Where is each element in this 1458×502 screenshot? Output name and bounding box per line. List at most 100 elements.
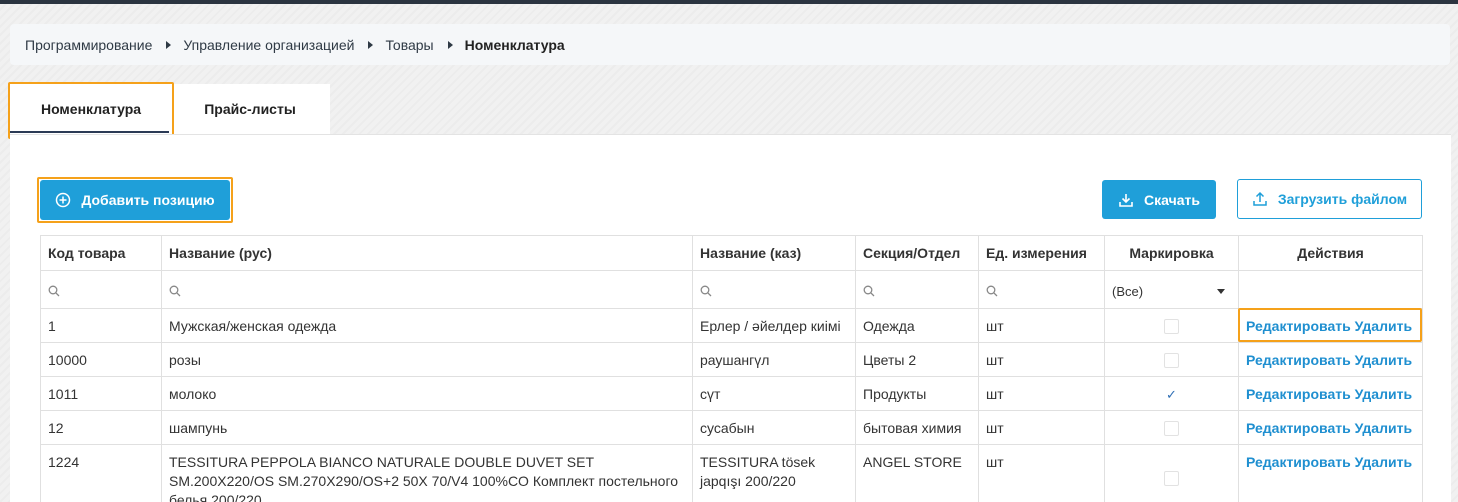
edit-link[interactable]: Редактировать: [1246, 352, 1351, 368]
column-header-code[interactable]: Код товара: [40, 235, 162, 271]
cell-actions: Редактировать Удалить: [1238, 308, 1423, 343]
cell-marking: [1104, 308, 1239, 343]
tab-nomenclature[interactable]: Номенклатура: [10, 84, 172, 134]
cell-name-ru: TESSITURA PEPPOLA BIANCO NATURALE DOUBLE…: [161, 444, 693, 502]
upload-file-button[interactable]: Загрузить файлом: [1237, 179, 1422, 219]
breadcrumb-item-org-management[interactable]: Управление организацией: [183, 37, 354, 53]
download-button[interactable]: Скачать: [1102, 180, 1216, 219]
tab-label: Прайс-листы: [204, 101, 296, 117]
cell-actions: Редактировать Удалить: [1238, 410, 1423, 445]
column-header-actions: Действия: [1238, 235, 1423, 271]
delete-link[interactable]: Удалить: [1355, 386, 1412, 402]
cell-marking: ✓: [1104, 376, 1239, 411]
column-header-marking[interactable]: Маркировка: [1104, 235, 1239, 271]
upload-icon: [1253, 191, 1267, 206]
plus-circle-icon: [56, 192, 71, 208]
cell-unit: шт: [978, 376, 1105, 411]
breadcrumb-item-programming[interactable]: Программирование: [25, 37, 152, 53]
cell-section: ANGEL STORE: [855, 444, 979, 502]
table-header-row: Код товара Название (рус) Название (каз)…: [40, 235, 1423, 271]
cell-section: Продукты: [855, 376, 979, 411]
breadcrumb-item-goods[interactable]: Товары: [385, 37, 433, 53]
caret-down-icon: [1217, 289, 1225, 294]
download-icon: [1119, 193, 1133, 207]
cell-actions: Редактировать Удалить: [1238, 376, 1423, 411]
filter-unit-input[interactable]: [978, 270, 1105, 309]
edit-link[interactable]: Редактировать: [1246, 454, 1351, 470]
cell-code: 1224: [40, 444, 162, 502]
cell-name-kz: раушангүл: [692, 342, 856, 377]
cell-unit: шт: [978, 308, 1105, 343]
tab-label: Номенклатура: [40, 101, 142, 117]
cell-unit: шт: [978, 444, 1105, 502]
cell-unit: шт: [978, 410, 1105, 445]
table-row: 12 шампунь сусабын бытовая химия шт Реда…: [40, 410, 1423, 445]
cell-unit: шт: [978, 342, 1105, 377]
add-position-label: Добавить позицию: [81, 192, 215, 208]
cell-name-kz: сүт: [692, 376, 856, 411]
triangle-right-icon: [166, 40, 172, 49]
triangle-right-icon: [368, 40, 374, 49]
filter-section-input[interactable]: [855, 270, 979, 309]
edit-link[interactable]: Редактировать: [1246, 318, 1351, 334]
cell-marking: [1104, 410, 1239, 445]
download-label: Скачать: [1144, 191, 1200, 208]
search-icon: [700, 285, 712, 297]
cell-actions: Редактировать Удалить: [1238, 342, 1423, 377]
column-header-name-kz[interactable]: Название (каз): [692, 235, 856, 271]
delete-link[interactable]: Удалить: [1355, 352, 1412, 368]
cell-name-kz: сусабын: [692, 410, 856, 445]
marking-checkbox[interactable]: [1164, 420, 1179, 436]
marking-checkbox[interactable]: [1164, 470, 1179, 486]
filter-row: (Все): [40, 270, 1423, 309]
edit-link[interactable]: Редактировать: [1246, 386, 1351, 402]
breadcrumb-item-current: Номенклатура: [464, 36, 565, 53]
cell-marking: [1104, 444, 1239, 502]
filter-code-input[interactable]: [40, 270, 162, 309]
search-icon: [863, 285, 875, 297]
cell-name-kz: TESSITURA tösek japqışı 200/220: [692, 444, 856, 502]
cell-name-kz: Ерлер / әйелдер киімі: [692, 308, 856, 343]
column-header-section[interactable]: Секция/Отдел: [855, 235, 979, 271]
search-icon: [986, 285, 998, 297]
filter-name-ru-input[interactable]: [161, 270, 693, 309]
edit-link[interactable]: Редактировать: [1246, 420, 1351, 436]
top-bar: [0, 0, 1458, 4]
breadcrumb: Программирование Управление организацией…: [10, 24, 1450, 65]
column-header-unit[interactable]: Ед. измерения: [978, 235, 1105, 271]
upload-file-label: Загрузить файлом: [1277, 191, 1408, 207]
column-header-name-ru[interactable]: Название (рус): [161, 235, 693, 271]
table-row: 1 Мужская/женская одежда Ерлер / әйелдер…: [40, 308, 1423, 343]
triangle-right-icon: [447, 40, 453, 49]
tab-price-lists[interactable]: Прайс-листы: [170, 84, 330, 134]
marking-checkbox[interactable]: ✓: [1164, 386, 1179, 402]
marking-checkbox[interactable]: [1164, 318, 1179, 334]
delete-link[interactable]: Удалить: [1355, 420, 1412, 436]
cell-name-ru: шампунь: [161, 410, 693, 445]
active-tab-indicator: [10, 131, 169, 133]
cell-section: Одежда: [855, 308, 979, 343]
table-row: 1224 TESSITURA PEPPOLA BIANCO NATURALE D…: [40, 444, 1423, 502]
cell-code: 1011: [40, 376, 162, 411]
filter-marking-select[interactable]: (Все): [1104, 270, 1239, 309]
add-position-button[interactable]: Добавить позицию: [40, 180, 230, 220]
check-mark-icon: ✓: [1166, 386, 1177, 402]
table-row: 1011 молоко сүт Продукты шт ✓ Редактиров…: [40, 376, 1423, 411]
filter-name-kz-input[interactable]: [692, 270, 856, 309]
cell-name-ru: Мужская/женская одежда: [161, 308, 693, 343]
search-icon: [48, 285, 60, 297]
cell-name-ru: молоко: [161, 376, 693, 411]
delete-link[interactable]: Удалить: [1355, 318, 1412, 334]
filter-marking-value: (Все): [1112, 284, 1144, 299]
nomenclature-table: Код товара Название (рус) Название (каз)…: [40, 235, 1423, 502]
cell-name-ru: розы: [161, 342, 693, 377]
table-row: 10000 розы раушангүл Цветы 2 шт Редактир…: [40, 342, 1423, 377]
delete-link[interactable]: Удалить: [1355, 454, 1412, 470]
search-icon: [169, 285, 181, 297]
marking-checkbox[interactable]: [1164, 352, 1179, 368]
cell-code: 10000: [40, 342, 162, 377]
cell-section: бытовая химия: [855, 410, 979, 445]
filter-actions-empty: [1238, 270, 1423, 309]
cell-marking: [1104, 342, 1239, 377]
cell-section: Цветы 2: [855, 342, 979, 377]
